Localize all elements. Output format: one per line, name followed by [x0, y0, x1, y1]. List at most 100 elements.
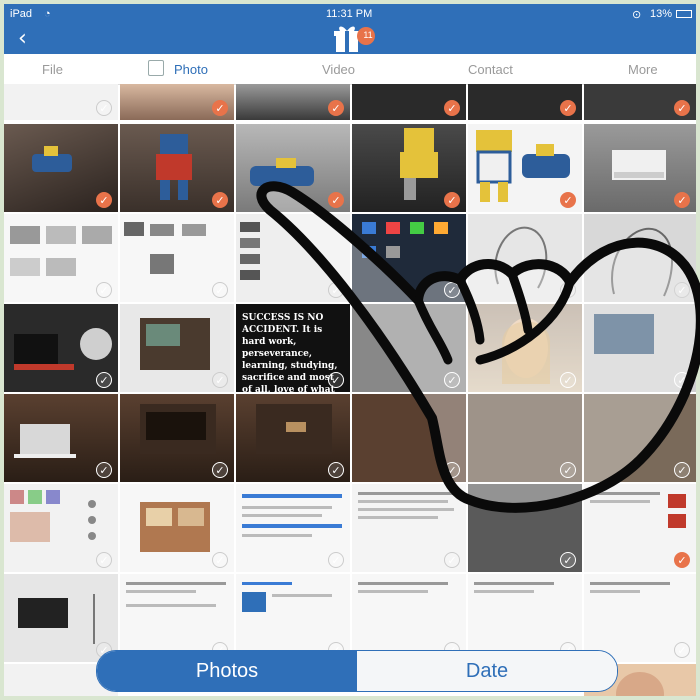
check-icon[interactable]: ✓	[328, 372, 344, 388]
check-icon[interactable]: ✓	[560, 282, 576, 298]
battery-icon	[676, 10, 692, 18]
check-icon[interactable]: ✓	[560, 462, 576, 478]
back-button[interactable]: ‹	[18, 27, 27, 51]
photo-tile[interactable]: ✓	[584, 394, 696, 482]
photo-tile[interactable]: ✓	[4, 124, 118, 212]
photo-tile[interactable]: ✓	[584, 124, 696, 212]
wifi-icon: ◔	[44, 8, 51, 20]
tab-file[interactable]: File	[42, 62, 63, 77]
photo-tile[interactable]: ✓	[236, 214, 350, 302]
photo-tile[interactable]: ✓	[120, 124, 234, 212]
check-icon[interactable]: ✓	[674, 462, 690, 478]
photo-tile[interactable]: ✓	[352, 124, 466, 212]
check-icon[interactable]: ✓	[96, 282, 112, 298]
check-icon[interactable]: ✓	[212, 282, 228, 298]
status-bar: iPad ◔ 11:31 PM ⊙ 13%	[4, 4, 696, 24]
check-icon[interactable]: ✓	[560, 372, 576, 388]
check-icon[interactable]: ✓	[212, 372, 228, 388]
clock-label: 11:31 PM	[326, 8, 373, 20]
check-icon[interactable]: ✓	[96, 552, 112, 568]
photo-tile[interactable]: ✓	[584, 484, 696, 572]
photo-tile[interactable]: ✓	[468, 124, 582, 212]
photo-tile[interactable]: ✓	[468, 574, 582, 662]
tab-more[interactable]: More	[628, 62, 658, 77]
photo-tile[interactable]: ✓	[468, 394, 582, 482]
check-icon[interactable]: ✓	[328, 100, 344, 116]
alarm-icon: ⊙	[632, 9, 642, 21]
check-icon[interactable]: ✓	[674, 642, 690, 658]
check-icon[interactable]: ✓	[674, 100, 690, 116]
check-icon[interactable]: ✓	[560, 100, 576, 116]
photo-tile[interactable]: ✓	[584, 574, 696, 662]
nav-bar: ‹ 11	[4, 24, 696, 54]
photo-tile[interactable]: ✓	[4, 304, 118, 392]
check-icon[interactable]: ✓	[444, 462, 460, 478]
photo-tile[interactable]: SUCCESS IS NO ACCIDENT. It is hard work,…	[236, 304, 350, 392]
tab-photo[interactable]: Photo	[174, 62, 208, 77]
photo-tile[interactable]: ✓	[236, 394, 350, 482]
check-icon[interactable]: ✓	[444, 100, 460, 116]
photo-tile[interactable]: ✓	[468, 84, 582, 120]
photo-tile[interactable]: ✓	[352, 84, 466, 120]
check-icon[interactable]: ✓	[212, 462, 228, 478]
photo-tile[interactable]: ✓	[236, 484, 350, 572]
photo-tile[interactable]: ✓	[352, 484, 466, 572]
check-icon[interactable]: ✓	[212, 100, 228, 116]
check-icon[interactable]: ✓	[96, 100, 112, 116]
tab-video[interactable]: Video	[322, 62, 355, 77]
check-icon[interactable]: ✓	[328, 462, 344, 478]
check-icon[interactable]: ✓	[328, 552, 344, 568]
photos-view-button[interactable]: Photos	[97, 651, 357, 691]
check-icon[interactable]: ✓	[674, 282, 690, 298]
photo-tile[interactable]: ✓	[4, 484, 118, 572]
battery-percent: 13%	[650, 8, 673, 20]
photo-tile[interactable]: ✓	[120, 214, 234, 302]
check-icon[interactable]: ✓	[444, 372, 460, 388]
check-icon[interactable]: ✓	[674, 192, 690, 208]
check-icon[interactable]: ✓	[212, 552, 228, 568]
check-icon[interactable]: ✓	[444, 192, 460, 208]
check-icon[interactable]: ✓	[96, 192, 112, 208]
photo-tile[interactable]: ✓	[584, 214, 696, 302]
photo-tile[interactable]: ✓	[236, 84, 350, 120]
photo-tile[interactable]: ✓	[4, 574, 118, 662]
photo-tile[interactable]: ✓	[352, 304, 466, 392]
photo-tile[interactable]: ✓	[4, 214, 118, 302]
photo-tile[interactable]: ✓	[468, 304, 582, 392]
check-icon[interactable]: ✓	[560, 192, 576, 208]
photo-tile[interactable]: ✓	[352, 394, 466, 482]
photo-tile[interactable]: ✓	[4, 84, 118, 120]
photo-tile[interactable]: ✓	[468, 484, 582, 572]
check-icon[interactable]: ✓	[212, 192, 228, 208]
check-icon[interactable]: ✓	[328, 282, 344, 298]
photo-tile[interactable]: ✓	[120, 394, 234, 482]
category-tabs: File Photo Video Contact More	[4, 54, 696, 85]
photo-select-checkbox[interactable]	[148, 60, 164, 76]
photo-tile[interactable]: ✓	[4, 394, 118, 482]
tab-contact[interactable]: Contact	[468, 62, 513, 77]
check-icon[interactable]: ✓	[674, 372, 690, 388]
photo-grid: ✓ ✓ ✓ ✓ ✓ ✓ ✓ ✓ ✓ ✓ ✓ ✓ ✓ ✓ ✓ ✓ ✓ ✓ ✓ ✓ …	[4, 84, 696, 696]
photo-tile[interactable]: ✓	[120, 84, 234, 120]
check-icon[interactable]: ✓	[96, 462, 112, 478]
photo-tile[interactable]: ✓	[584, 304, 696, 392]
photo-tile[interactable]: ✓	[584, 84, 696, 120]
check-icon[interactable]: ✓	[674, 552, 690, 568]
check-icon[interactable]: ✓	[328, 192, 344, 208]
check-icon[interactable]: ✓	[560, 552, 576, 568]
date-view-button[interactable]: Date	[357, 651, 617, 691]
view-mode-toggle: Photos Date	[96, 650, 618, 692]
check-icon[interactable]: ✓	[444, 282, 460, 298]
gift-badge: 11	[363, 30, 373, 40]
photo-tile[interactable]: ✓	[352, 574, 466, 662]
photo-tile[interactable]: ✓	[120, 574, 234, 662]
check-icon[interactable]: ✓	[444, 552, 460, 568]
photo-tile[interactable]: ✓	[120, 304, 234, 392]
photo-tile[interactable]: ✓	[352, 214, 466, 302]
app-screen: iPad ◔ 11:31 PM ⊙ 13% ‹ 11 File Photo Vi…	[4, 4, 696, 696]
photo-tile[interactable]: ✓	[236, 574, 350, 662]
photo-tile[interactable]: ✓	[468, 214, 582, 302]
photo-tile[interactable]: ✓	[236, 124, 350, 212]
check-icon[interactable]: ✓	[96, 372, 112, 388]
photo-tile[interactable]: ✓	[120, 484, 234, 572]
